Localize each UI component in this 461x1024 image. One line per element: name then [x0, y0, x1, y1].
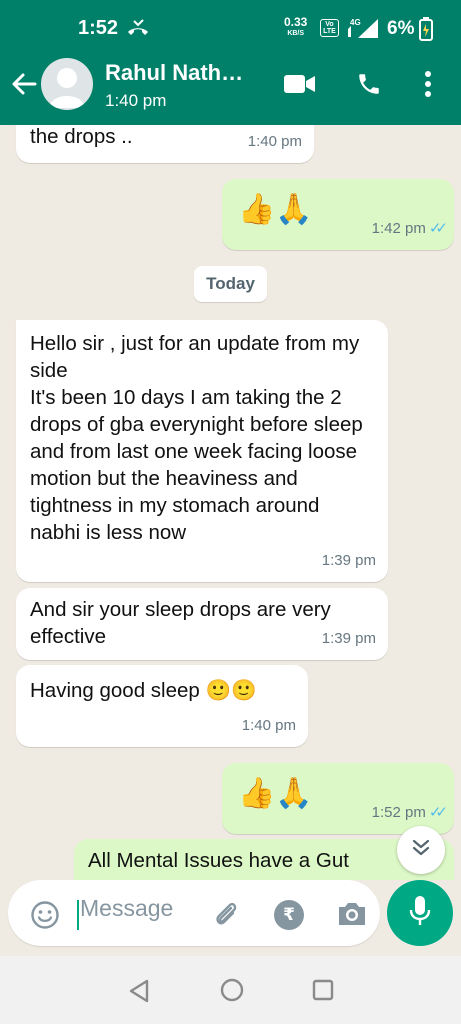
net-speed-value: 0.33 — [284, 15, 308, 29]
scroll-to-bottom-button[interactable] — [397, 826, 445, 874]
nav-home-icon[interactable] — [220, 978, 244, 1007]
status-time: 1:52 — [78, 17, 119, 39]
message-text: All Mental Issues have a Gut — [88, 849, 349, 872]
message-bubble-incoming[interactable]: And sir your sleep drops are very effect… — [16, 588, 388, 660]
video-call-icon[interactable] — [284, 73, 316, 100]
message-input[interactable] — [80, 895, 200, 922]
message-list[interactable]: the drops .. 1:40 pm 👍🙏 1:42 pm ✓✓ Today … — [0, 125, 461, 880]
signal-icon: 4G — [346, 17, 380, 44]
message-time: 1:52 pm — [371, 804, 426, 821]
battery-icon — [419, 17, 433, 46]
message-text: the drops .. — [30, 125, 133, 148]
double-chevron-down-icon — [410, 837, 432, 864]
message-text: 👍🙏 — [238, 776, 313, 811]
message-bubble-incoming[interactable]: Having good sleep 🙂🙂 1:40 pm — [16, 665, 308, 747]
app-header: 1:52 0.33 KB/S Vo LTE 4G 6% Rahul Nath… — [0, 0, 461, 125]
battery-percent: 6% — [387, 18, 415, 39]
message-text: 👍🙏 — [238, 192, 313, 227]
net-speed: 0.33 KB/S — [284, 15, 308, 39]
read-ticks-icon: ✓✓ — [428, 220, 448, 237]
nav-back-icon[interactable] — [127, 978, 151, 1009]
message-time: 1:39 pm — [321, 552, 376, 569]
rupee-icon[interactable]: ₹ — [274, 900, 304, 930]
mic-button[interactable] — [387, 880, 453, 946]
last-seen: 1:40 pm — [105, 91, 167, 110]
paperclip-icon[interactable] — [210, 898, 242, 935]
more-vert-icon[interactable] — [423, 70, 433, 103]
message-time: 1:39 pm — [321, 630, 376, 647]
avatar[interactable] — [41, 58, 93, 110]
arrow-left-icon[interactable] — [10, 70, 38, 98]
message-time: 1:42 pm — [371, 220, 426, 237]
contact-name[interactable]: Rahul Nath… — [105, 60, 265, 86]
message-text: Having good sleep 🙂🙂 — [30, 679, 257, 702]
phone-icon[interactable] — [356, 71, 382, 102]
message-bubble-outgoing[interactable]: 👍🙏 1:42 pm ✓✓ — [222, 179, 454, 250]
nav-recents-icon[interactable] — [312, 979, 334, 1006]
missed-call-icon — [126, 18, 150, 45]
date-chip: Today — [194, 266, 267, 302]
compose-bar: ₹ — [0, 880, 461, 956]
message-meta: 1:42 pm ✓✓ — [371, 215, 448, 242]
read-ticks-icon: ✓✓ — [428, 804, 448, 821]
message-bubble-incoming[interactable]: the drops .. 1:40 pm — [16, 125, 314, 163]
message-bubble-outgoing[interactable]: 👍🙏 1:52 pm ✓✓ — [222, 763, 454, 834]
mic-icon — [408, 895, 432, 932]
message-meta: 1:52 pm ✓✓ — [371, 799, 448, 826]
message-time: 1:40 pm — [241, 717, 296, 734]
system-nav-bar — [0, 956, 461, 1024]
svg-text:4G: 4G — [350, 18, 361, 27]
volte-badge: Vo LTE — [320, 19, 339, 37]
chat-header: Rahul Nath… 1:40 pm — [0, 56, 461, 125]
text-caret — [77, 900, 79, 930]
status-bar: 1:52 0.33 KB/S Vo LTE 4G 6% — [0, 0, 461, 56]
message-time: 1:40 pm — [247, 133, 302, 150]
emoji-icon[interactable] — [30, 900, 60, 935]
net-speed-unit: KB/S — [287, 30, 305, 37]
camera-icon[interactable] — [336, 900, 368, 933]
message-text: Hello sir , just for an update from my s… — [30, 332, 363, 544]
message-input-pill[interactable]: ₹ — [8, 880, 380, 946]
message-bubble-incoming[interactable]: Hello sir , just for an update from my s… — [16, 320, 388, 582]
